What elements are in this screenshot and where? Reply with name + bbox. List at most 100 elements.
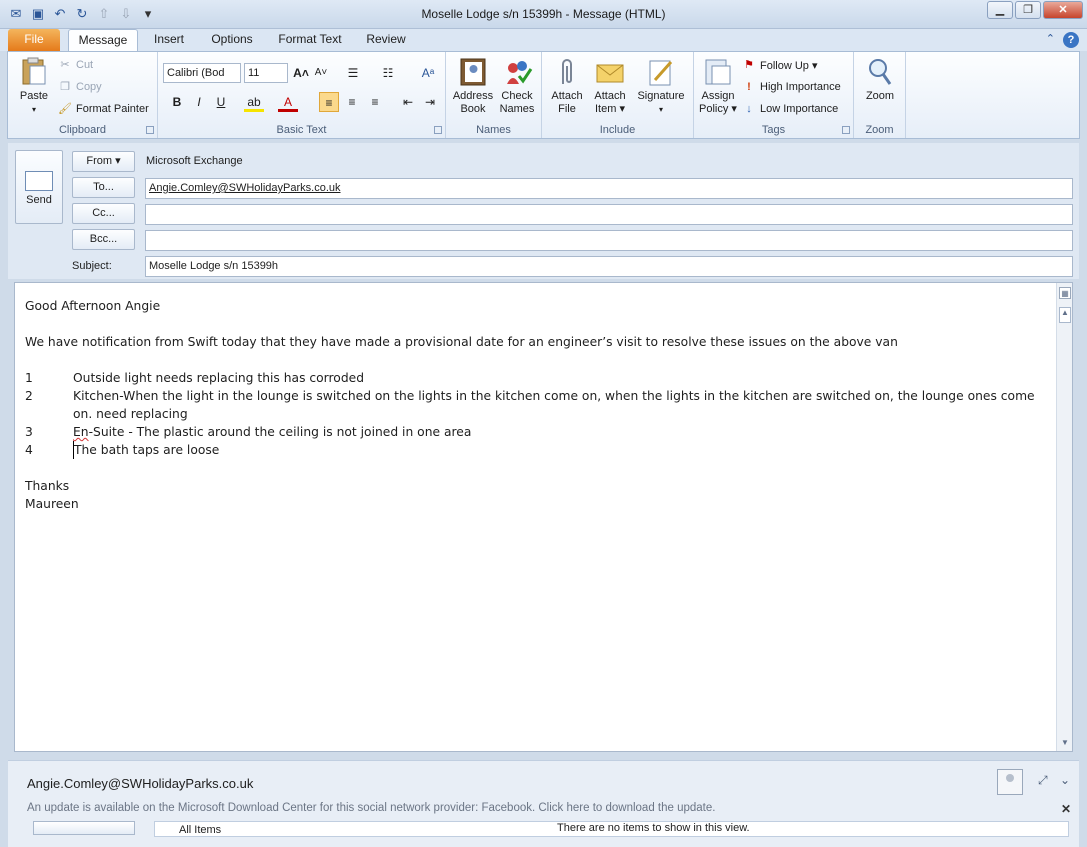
closing: Thanks xyxy=(25,479,70,493)
title-bar: ✉ ▣ ↶ ↻ ⇧ ⇩ ▾ Moselle Lodge s/n 15399h -… xyxy=(0,0,1087,29)
ribbon: Paste ▾ ✂ Cut ❐ Copy 🖌 Format Painter Clipbo… xyxy=(7,51,1080,139)
minimize-ribbon-icon[interactable]: ⌃ xyxy=(1046,32,1055,48)
paperclip-icon xyxy=(562,59,572,84)
zoom-label: Zoom xyxy=(865,124,894,136)
subject-field[interactable]: Moselle Lodge s/n 15399h xyxy=(145,256,1073,277)
restore-button[interactable]: ❐ xyxy=(1015,1,1041,19)
greeting: Good Afternoon Angie xyxy=(25,299,161,313)
underline-button[interactable]: U xyxy=(211,92,231,112)
highlight-icon[interactable]: ab xyxy=(244,92,264,112)
assign-policy-button[interactable]: Assign Policy ▾ xyxy=(698,56,738,116)
cc-field[interactable] xyxy=(145,204,1073,225)
increase-indent-icon[interactable]: ⇥ xyxy=(420,92,440,112)
help-icon[interactable]: ? xyxy=(1063,32,1079,48)
align-center-icon[interactable]: ≡ xyxy=(342,92,362,112)
grow-font-icon[interactable]: A˄ xyxy=(291,63,311,83)
address-book-button[interactable]: Address Book xyxy=(451,56,495,116)
basic-text-group: Calibri (Bod 11 A˄ A˅ ☰ ☷ Aᵃ B I U ab A … xyxy=(158,52,446,138)
names-label: Names xyxy=(476,124,511,136)
people-pane: Angie.Comley@SWHolidayParks.co.uk ⤢ ⌄ An… xyxy=(8,760,1079,847)
chevron-down-icon[interactable]: ⌄ xyxy=(1060,773,1070,787)
font-combo[interactable]: Calibri (Bod xyxy=(163,63,241,83)
update-notice[interactable]: An update is available on the Microsoft … xyxy=(27,802,715,814)
copy-icon: ❐ xyxy=(60,81,70,93)
zoom-button[interactable]: Zoom xyxy=(860,56,900,103)
basic-text-launcher-icon[interactable] xyxy=(434,126,442,134)
avatar xyxy=(997,769,1023,795)
tab-message[interactable]: Message xyxy=(68,29,138,51)
signature-button[interactable]: Signature ▾ xyxy=(633,56,689,116)
paintbrush-icon: 🖌 xyxy=(58,103,72,115)
all-items-tab[interactable]: All Items xyxy=(179,824,221,836)
envelope-icon xyxy=(596,64,624,83)
people-pane-tab[interactable] xyxy=(33,821,135,835)
to-field[interactable]: Angie.Comley@SWHolidayParks.co.uk xyxy=(145,178,1073,199)
magnifier-icon xyxy=(869,59,892,85)
attach-file-button[interactable]: Attach File xyxy=(547,56,587,116)
scroll-up-icon[interactable]: ▲ xyxy=(1059,307,1071,319)
attach-item-button[interactable]: Attach Item ▾ xyxy=(588,56,632,116)
cc-button[interactable]: Cc... xyxy=(72,203,135,224)
expand-icon[interactable]: ⤢ xyxy=(1038,773,1048,788)
message-body[interactable]: Good Afternoon Angie We have notificatio… xyxy=(14,282,1073,752)
copy-button[interactable]: ❐ Copy xyxy=(58,78,102,96)
intro-paragraph: We have notification from Swift today th… xyxy=(25,335,898,349)
align-right-icon[interactable]: ≡ xyxy=(365,92,385,112)
bullets-icon[interactable]: ☰ xyxy=(343,63,363,83)
paste-button[interactable]: Paste ▾ xyxy=(14,56,54,116)
tab-format-text[interactable]: Format Text xyxy=(272,29,348,51)
list-item: 4 The bath taps are loose xyxy=(25,441,220,459)
clear-formatting-icon[interactable]: Aᵃ xyxy=(418,63,438,83)
paste-icon xyxy=(22,57,46,85)
tab-options[interactable]: Options xyxy=(202,29,262,51)
body-scrollbar[interactable]: ▦ ▲ ▼ xyxy=(1056,283,1072,751)
check-names-button[interactable]: Check Names xyxy=(496,56,538,116)
scroll-down-icon[interactable]: ▼ xyxy=(1059,737,1071,749)
align-left-icon[interactable]: ≡ xyxy=(319,92,339,112)
high-importance-button[interactable]: ! High Importance xyxy=(742,78,841,96)
subject-label: Subject: xyxy=(72,260,112,272)
tags-launcher-icon[interactable] xyxy=(842,126,850,134)
bcc-button[interactable]: Bcc... xyxy=(72,229,135,250)
close-notice-icon[interactable]: ✕ xyxy=(1061,802,1071,816)
list-item: 1 Outside light needs replacing this has … xyxy=(25,371,364,385)
font-color-icon[interactable]: A xyxy=(278,92,298,112)
list-item: 2 Kitchen-When the light in the lounge is… xyxy=(25,389,1035,421)
shrink-font-icon[interactable]: A˅ xyxy=(311,63,331,83)
cut-button[interactable]: ✂ Cut xyxy=(58,56,93,74)
minimize-button[interactable]: ▁ xyxy=(987,1,1013,19)
window-controls: ▁ ❐ ✕ xyxy=(987,1,1083,19)
from-button[interactable]: From ▾ xyxy=(72,151,135,172)
tab-insert[interactable]: Insert xyxy=(144,29,194,51)
list-item: 3 En-Suite - The plastic around the ceili… xyxy=(25,425,472,439)
body-text[interactable]: Good Afternoon Angie We have notificatio… xyxy=(25,297,1055,513)
exclamation-icon: ! xyxy=(747,81,751,93)
scissors-icon: ✂ xyxy=(60,59,70,71)
misspelled-word[interactable]: En xyxy=(73,425,89,439)
tab-review[interactable]: Review xyxy=(360,29,412,51)
format-painter-button[interactable]: 🖌 Format Painter xyxy=(58,100,149,118)
bcc-field[interactable] xyxy=(145,230,1073,251)
tab-file[interactable]: File xyxy=(8,29,60,51)
message-header: Send From ▾ Microsoft Exchange To... Ang… xyxy=(8,143,1079,279)
address-book-icon xyxy=(460,58,486,86)
font-size-combo[interactable]: 11 xyxy=(244,63,288,83)
send-button[interactable]: Send xyxy=(15,150,63,224)
low-importance-button[interactable]: ↓ Low Importance xyxy=(742,100,838,118)
clipboard-launcher-icon[interactable] xyxy=(146,126,154,134)
to-button[interactable]: To... xyxy=(72,177,135,198)
ruler-toggle-icon[interactable]: ▦ xyxy=(1059,287,1071,299)
window-title: Moselle Lodge s/n 15399h - Message (HTML… xyxy=(421,7,666,21)
from-value: Microsoft Exchange xyxy=(146,155,243,167)
include-group: Attach File Attach Item ▾ Signature ▾ Inclu… xyxy=(542,52,694,138)
decrease-indent-icon[interactable]: ⇤ xyxy=(398,92,418,112)
bold-button[interactable]: B xyxy=(167,92,187,112)
to-recipient[interactable]: Angie.Comley@SWHolidayParks.co.uk xyxy=(149,182,341,194)
down-arrow-icon: ↓ xyxy=(746,103,752,115)
follow-up-button[interactable]: ⚑ Follow Up ▾ xyxy=(742,56,817,74)
numbering-icon[interactable]: ☷ xyxy=(378,63,398,83)
clipboard-group: Paste ▾ ✂ Cut ❐ Copy 🖌 Format Painter Clipbo… xyxy=(8,52,158,138)
close-button[interactable]: ✕ xyxy=(1043,1,1083,19)
italic-button[interactable]: I xyxy=(189,92,209,112)
people-pane-name[interactable]: Angie.Comley@SWHolidayParks.co.uk xyxy=(27,776,253,791)
